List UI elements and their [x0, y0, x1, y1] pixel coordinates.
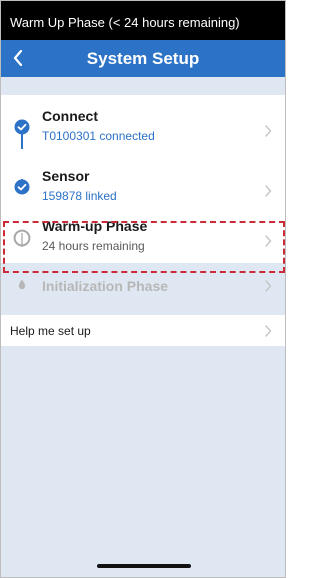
status-bar: Warm Up Phase (< 24 hours remaining): [1, 1, 285, 40]
chevron-right-icon: [265, 185, 272, 197]
status-text: Warm Up Phase (< 24 hours remaining): [10, 15, 240, 30]
step-subtitle: T0100301 connected: [42, 129, 155, 143]
check-circle-icon: [14, 119, 30, 135]
step-title: Connect: [42, 108, 98, 124]
help-label: Help me set up: [10, 324, 91, 338]
progress-circle-icon: [13, 229, 31, 247]
step-sensor[interactable]: Sensor 159878 linked: [1, 168, 285, 210]
setup-steps-list: Connect T0100301 connected Sensor 159878…: [1, 95, 285, 294]
check-circle-icon: [14, 179, 30, 195]
step-subtitle: 24 hours remaining: [42, 239, 145, 253]
nav-bar: System Setup: [1, 40, 285, 77]
system-setup-screen: Warm Up Phase (< 24 hours remaining) Sys…: [0, 0, 286, 578]
home-indicator[interactable]: [97, 564, 191, 568]
step-initialization-phase[interactable]: Initialization Phase: [1, 278, 285, 302]
step-title: Warm-up Phase: [42, 218, 148, 234]
top-spacer: [1, 77, 285, 95]
step-title: Initialization Phase: [42, 278, 169, 294]
step-title: Sensor: [42, 168, 90, 184]
chevron-right-icon: [265, 125, 272, 137]
help-me-set-up-row[interactable]: Help me set up: [1, 315, 285, 346]
step-subtitle: 159878 linked: [42, 189, 117, 203]
step-connect[interactable]: Connect T0100301 connected: [1, 108, 285, 150]
chevron-right-icon: [265, 235, 272, 247]
page-title: System Setup: [86, 49, 200, 68]
chevron-right-icon: [265, 325, 272, 337]
drop-icon: [18, 279, 26, 290]
chevron-right-icon: [265, 280, 272, 292]
step-warm-up-phase[interactable]: Warm-up Phase 24 hours remaining: [1, 218, 285, 260]
